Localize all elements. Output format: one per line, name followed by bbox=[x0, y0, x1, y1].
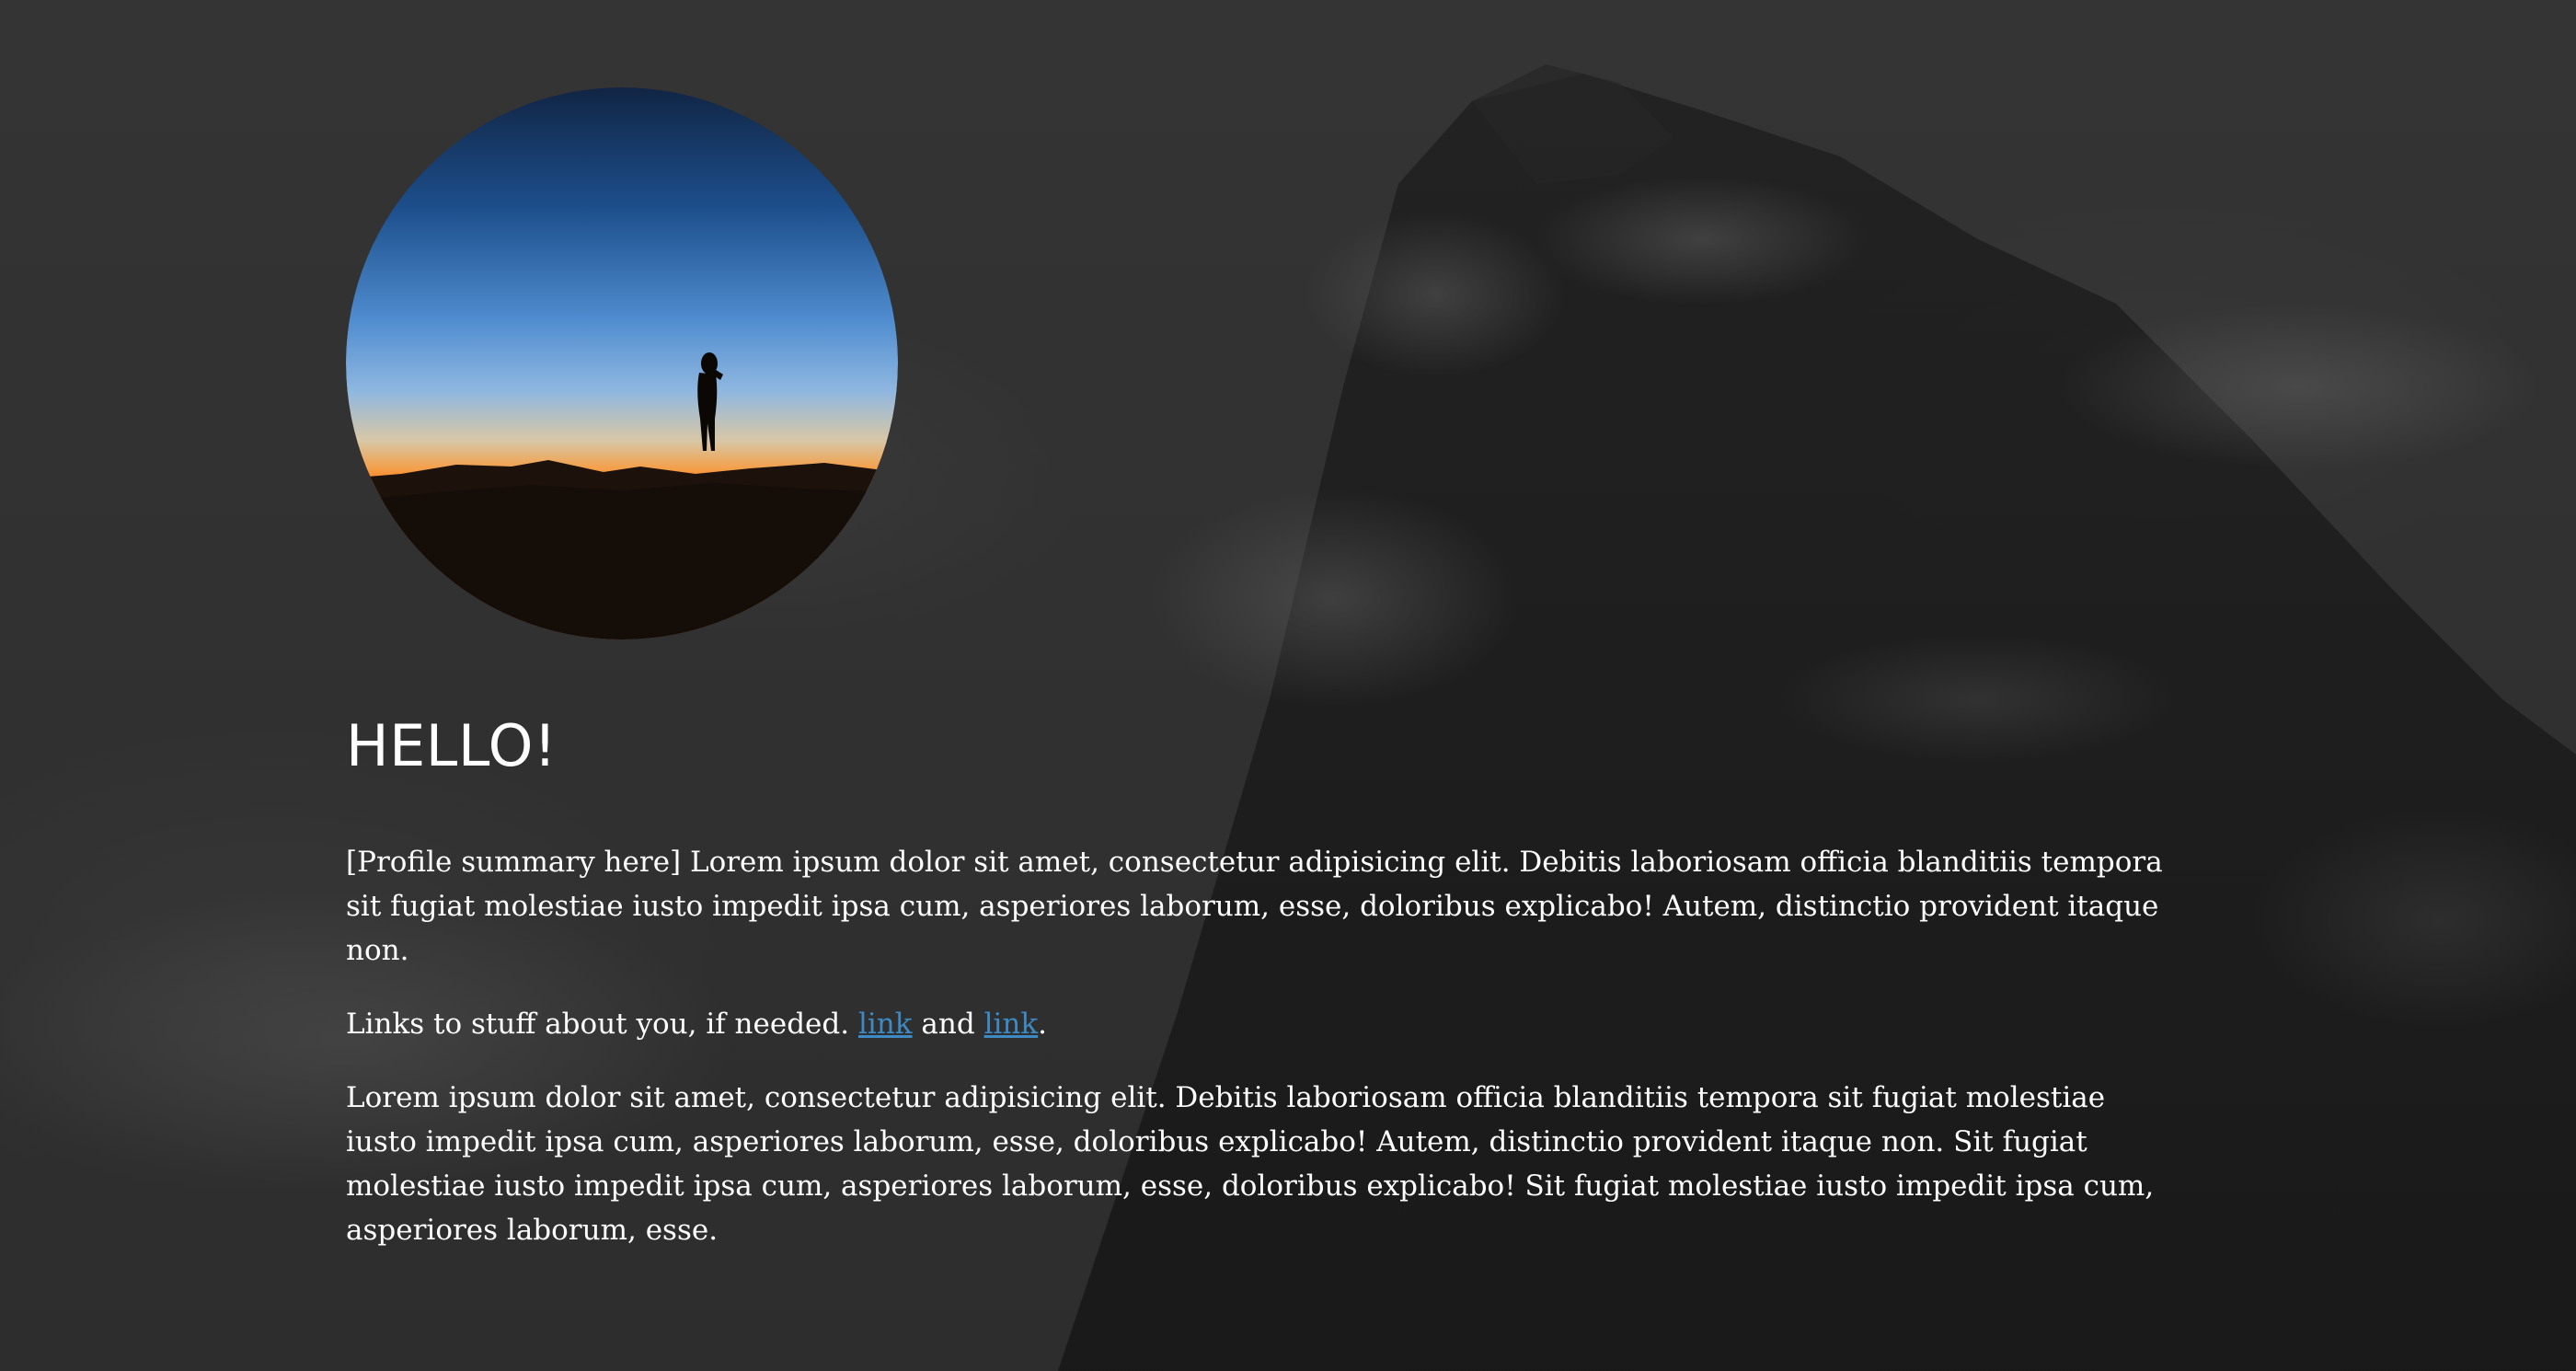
links-suffix-text: . bbox=[1038, 1008, 1048, 1041]
profile-link-1[interactable]: link bbox=[858, 1008, 913, 1041]
links-paragraph: Links to stuff about you, if needed. lin… bbox=[346, 1002, 2177, 1046]
links-prefix-text: Links to stuff about you, if needed. bbox=[346, 1008, 850, 1041]
profile-avatar bbox=[346, 87, 898, 639]
profile-summary: [Profile summary here] Lorem ipsum dolor… bbox=[346, 846, 2163, 967]
links-middle-text: and bbox=[921, 1008, 975, 1041]
page-background: HELLO! [Profile summary here] Lorem ipsu… bbox=[0, 0, 2576, 1371]
profile-link-2[interactable]: link bbox=[984, 1008, 1039, 1041]
profile-section: HELLO! [Profile summary here] Lorem ipsu… bbox=[346, 87, 2177, 1252]
greeting-heading: HELLO! bbox=[346, 712, 558, 779]
profile-body-text: Lorem ipsum dolor sit amet, consectetur … bbox=[346, 1081, 2155, 1247]
